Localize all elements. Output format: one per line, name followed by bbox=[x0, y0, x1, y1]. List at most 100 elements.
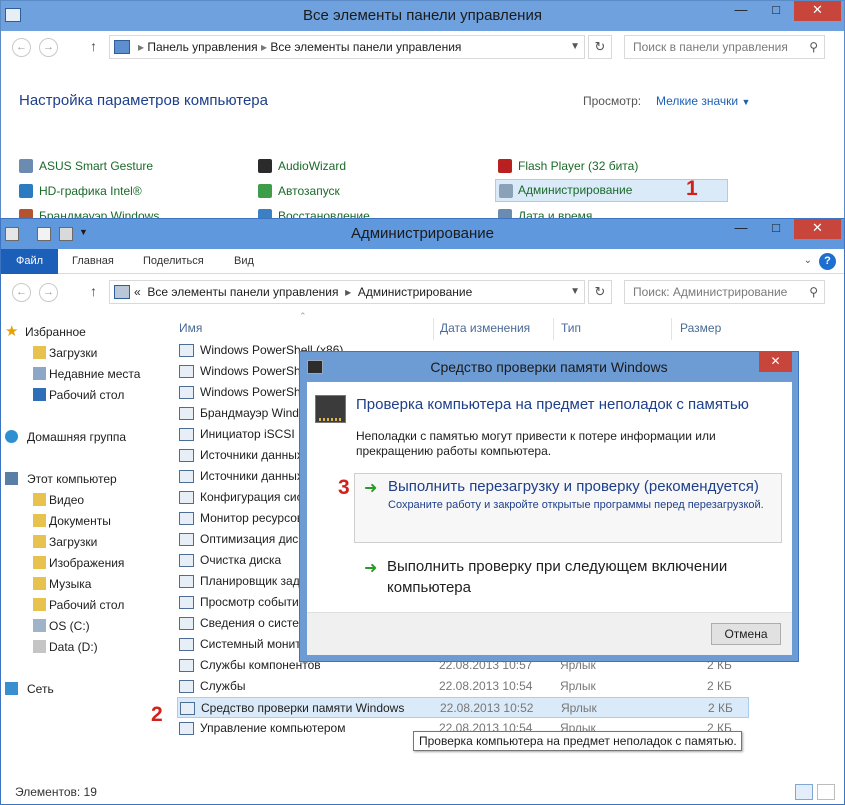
explorer-address-bar[interactable]: « Все элементы панели управления ▸ Админ… bbox=[109, 280, 585, 304]
close-button[interactable]: ✕ bbox=[794, 219, 841, 239]
folder-icon bbox=[33, 493, 46, 506]
back-button[interactable]: ← bbox=[12, 283, 31, 302]
large-icons-view-icon[interactable] bbox=[817, 784, 835, 800]
maximize-button[interactable]: □ bbox=[763, 1, 789, 21]
breadcrumb: « Все элементы панели управления ▸ Админ… bbox=[134, 285, 473, 299]
ribbon-tabs: Файл Главная Поделиться Вид ⌄ ? bbox=[1, 249, 844, 274]
breadcrumb-item[interactable]: Все элементы панели управления bbox=[270, 40, 461, 54]
nav-homegroup[interactable]: Домашняя группа bbox=[5, 427, 126, 447]
check-next-boot-option[interactable]: Выполнить проверку при следующем включен… bbox=[387, 556, 787, 598]
nav-item-videos[interactable]: Видео bbox=[33, 490, 84, 510]
tab-share[interactable]: Поделиться bbox=[133, 249, 214, 274]
column-header-name[interactable]: Имя bbox=[179, 318, 202, 338]
minimize-button[interactable]: — bbox=[728, 219, 754, 239]
autoplay-icon bbox=[258, 184, 272, 198]
shortcut-icon bbox=[179, 449, 194, 462]
shortcut-icon bbox=[179, 638, 194, 651]
cp-item-asus-gesture[interactable]: ASUS Smart Gesture bbox=[19, 156, 153, 176]
cp-item-audiowizard[interactable]: AudioWizard bbox=[258, 156, 346, 176]
chevron-down-icon[interactable]: ▼ bbox=[570, 36, 580, 58]
item-count: Элементов: 19 bbox=[15, 785, 97, 799]
flash-icon bbox=[498, 159, 512, 173]
nav-item-downloads[interactable]: Загрузки bbox=[33, 343, 97, 363]
nav-item-downloads-pc[interactable]: Загрузки bbox=[33, 532, 97, 552]
file-size: 2 КБ bbox=[708, 701, 733, 715]
forward-button[interactable]: → bbox=[39, 283, 58, 302]
explorer-window-title: Администрирование bbox=[350, 225, 495, 242]
nav-item-music[interactable]: Музыка bbox=[33, 574, 91, 594]
green-arrow-icon: ➜ bbox=[364, 560, 378, 577]
forward-button[interactable]: → bbox=[39, 38, 58, 57]
breadcrumb-item[interactable]: Панель управления bbox=[147, 40, 257, 54]
shortcut-icon bbox=[179, 722, 194, 735]
table-row-selected[interactable]: Средство проверки памяти Windows 22.08.20… bbox=[177, 697, 749, 718]
nav-item-drive-d[interactable]: Data (D:) bbox=[33, 637, 98, 657]
view-label: Просмотр: bbox=[583, 94, 642, 108]
details-view-icon[interactable] bbox=[795, 784, 813, 800]
table-row[interactable]: Службы 22.08.2013 10:54 Ярлык 2 КБ bbox=[177, 676, 749, 697]
nav-item-documents[interactable]: Документы bbox=[33, 511, 111, 531]
restart-and-check-option[interactable]: ➜ Выполнить перезагрузку и проверку (рек… bbox=[354, 473, 782, 543]
cp-search-input[interactable]: Поиск в панели управления ⚲ bbox=[624, 35, 825, 59]
explorer-search-input[interactable]: Поиск: Администрирование ⚲ bbox=[624, 280, 825, 304]
nav-item-recent-places[interactable]: Недавние места bbox=[33, 364, 140, 384]
nav-item-drive-c[interactable]: OS (C:) bbox=[33, 616, 90, 636]
folder-icon bbox=[33, 535, 46, 548]
shortcut-icon bbox=[180, 702, 195, 715]
cancel-button[interactable]: Отмена bbox=[711, 623, 781, 645]
column-header-date[interactable]: Дата изменения bbox=[440, 318, 530, 338]
dialog-close-button[interactable]: ✕ bbox=[759, 352, 792, 372]
up-button[interactable]: ↑ bbox=[90, 283, 97, 299]
cp-item-flash-player[interactable]: Flash Player (32 бита) bbox=[498, 156, 638, 176]
tab-home[interactable]: Главная bbox=[62, 249, 124, 274]
step-marker-3: 3 bbox=[338, 476, 350, 499]
admin-tools-icon bbox=[499, 184, 513, 198]
maximize-button[interactable]: □ bbox=[763, 219, 789, 239]
nav-item-pictures[interactable]: Изображения bbox=[33, 553, 124, 573]
cp-item-intel-graphics[interactable]: HD-графика Intel® bbox=[19, 181, 142, 201]
back-button[interactable]: ← bbox=[12, 38, 31, 57]
cp-title-bar: Все элементы панели управления — □ ✕ bbox=[1, 1, 844, 31]
close-button[interactable]: ✕ bbox=[794, 1, 841, 21]
folder-icon bbox=[33, 598, 46, 611]
control-panel-icon bbox=[114, 40, 130, 54]
shortcut-icon bbox=[179, 617, 194, 630]
nav-item-desktop-pc[interactable]: Рабочий стол bbox=[33, 595, 124, 615]
shortcut-icon bbox=[179, 470, 194, 483]
cp-window-title: Все элементы панели управления bbox=[303, 7, 542, 24]
view-mode-dropdown[interactable]: Мелкие значки ▼ bbox=[656, 94, 750, 108]
help-icon[interactable]: ? bbox=[819, 253, 836, 270]
file-date: 22.08.2013 10:54 bbox=[439, 679, 533, 693]
minimize-button[interactable]: — bbox=[728, 1, 754, 21]
nav-network[interactable]: Сеть bbox=[5, 679, 54, 699]
refresh-button[interactable]: ↻ bbox=[588, 280, 612, 304]
column-header-size[interactable]: Размер bbox=[680, 318, 721, 338]
breadcrumb-item[interactable]: Администрирование bbox=[358, 285, 472, 299]
search-icon: ⚲ bbox=[809, 40, 818, 54]
step-marker-1: 1 bbox=[686, 177, 698, 200]
recent-places-icon bbox=[33, 367, 46, 380]
dialog-description: Неполадки с памятью могут привести к пот… bbox=[356, 429, 716, 458]
shortcut-icon bbox=[179, 344, 194, 357]
tab-view[interactable]: Вид bbox=[224, 249, 264, 274]
cp-item-autoplay[interactable]: Автозапуск bbox=[258, 181, 340, 201]
cp-address-bar[interactable]: ▸ Панель управления ▸ Все элементы панел… bbox=[109, 35, 585, 59]
chevron-down-icon[interactable]: ▼ bbox=[570, 281, 580, 303]
nav-this-pc[interactable]: Этот компьютер bbox=[5, 469, 117, 489]
column-header-type[interactable]: Тип bbox=[561, 318, 581, 338]
tab-file[interactable]: Файл bbox=[1, 249, 58, 274]
shortcut-icon bbox=[179, 680, 194, 693]
nav-favorites[interactable]: ★ Избранное bbox=[5, 322, 86, 342]
shortcut-icon bbox=[179, 491, 194, 504]
ribbon-expand-icon[interactable]: ⌄ bbox=[804, 255, 812, 266]
intel-graphics-icon bbox=[19, 184, 33, 198]
file-name: Сведения о системе bbox=[200, 616, 314, 630]
up-button[interactable]: ↑ bbox=[90, 38, 97, 54]
page-title: Настройка параметров компьютера bbox=[19, 92, 268, 109]
nav-item-desktop[interactable]: Рабочий стол bbox=[33, 385, 124, 405]
refresh-button[interactable]: ↻ bbox=[588, 35, 612, 59]
breadcrumb-item[interactable]: Все элементы панели управления bbox=[147, 285, 338, 299]
folder-icon bbox=[33, 556, 46, 569]
folder-icon bbox=[33, 514, 46, 527]
dialog-footer: Отмена bbox=[307, 612, 792, 655]
